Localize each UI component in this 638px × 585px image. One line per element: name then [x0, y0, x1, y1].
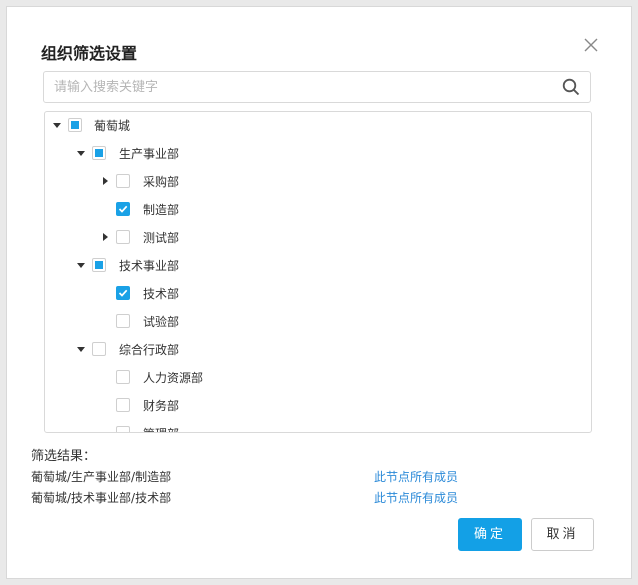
tree-node-label: 技术部 [143, 287, 180, 301]
dialog-title: 组织筛选设置 [41, 44, 138, 63]
tree-node[interactable]: 生产事业部 [45, 140, 591, 168]
tree-node[interactable]: 综合行政部 [45, 336, 591, 364]
tree-node-label: 技术事业部 [119, 259, 180, 273]
result-title: 筛选结果： [31, 449, 97, 464]
tree-node-checkbox[interactable] [92, 146, 106, 160]
tree-node-checkbox[interactable] [116, 174, 130, 188]
tree-node-checkbox[interactable] [68, 118, 82, 132]
result-row: 葡萄城/技术事业部/技术部 此节点所有成员 [31, 489, 621, 507]
tree-node[interactable]: 技术部 [45, 280, 591, 308]
tree-node-label: 试验部 [143, 315, 180, 329]
tree-node-checkbox[interactable] [116, 398, 130, 412]
tree-node-checkbox[interactable] [116, 202, 130, 216]
caret-down-icon[interactable] [52, 120, 62, 130]
tree-node-label: 葡萄城 [94, 119, 131, 133]
tree-node-label: 财务部 [143, 399, 180, 413]
tree-node-label: 综合行政部 [119, 343, 180, 357]
result-scope-link[interactable]: 此节点所有成员 [374, 468, 458, 485]
caret-right-icon[interactable] [100, 176, 110, 186]
search-box [43, 71, 591, 103]
tree-node-checkbox[interactable] [116, 426, 130, 432]
search-input[interactable] [54, 72, 554, 102]
tree-node-checkbox[interactable] [116, 230, 130, 244]
tree-node-label: 制造部 [143, 203, 180, 217]
result-row: 葡萄城/生产事业部/制造部 此节点所有成员 [31, 468, 621, 486]
tree-node-label: 管理部 [143, 425, 179, 432]
result-path: 葡萄城/技术事业部/技术部 [31, 491, 172, 505]
search-icon[interactable] [562, 78, 580, 96]
org-filter-dialog: 组织筛选设置 葡萄城生产事业部采购部制造部测试部技术事业部技术部试验部综合行政部… [6, 6, 632, 579]
tree-node-checkbox[interactable] [116, 286, 130, 300]
tree-node-label: 生产事业部 [119, 147, 180, 161]
tree-node-label: 人力资源部 [143, 371, 204, 385]
caret-down-icon[interactable] [76, 148, 86, 158]
tree-node-checkbox[interactable] [92, 342, 106, 356]
caret-right-icon[interactable] [100, 232, 110, 242]
confirm-button[interactable]: 确定 [458, 518, 522, 551]
tree-node-label: 采购部 [143, 175, 180, 189]
tree-node[interactable]: 财务部 [45, 392, 591, 420]
org-tree: 葡萄城生产事业部采购部制造部测试部技术事业部技术部试验部综合行政部人力资源部财务… [44, 111, 592, 433]
tree-node[interactable]: 测试部 [45, 224, 591, 252]
cancel-button[interactable]: 取消 [531, 518, 594, 551]
caret-down-icon[interactable] [76, 260, 86, 270]
tree-node[interactable]: 管理部 [45, 420, 591, 432]
tree-node-checkbox[interactable] [116, 314, 130, 328]
tree-node-label: 测试部 [143, 231, 180, 245]
tree-node[interactable]: 人力资源部 [45, 364, 591, 392]
tree-node[interactable]: 葡萄城 [45, 112, 591, 140]
result-scope-link[interactable]: 此节点所有成员 [374, 489, 458, 506]
tree-node-checkbox[interactable] [92, 258, 106, 272]
tree-node[interactable]: 试验部 [45, 308, 591, 336]
result-path: 葡萄城/生产事业部/制造部 [31, 470, 172, 484]
tree-node[interactable]: 制造部 [45, 196, 591, 224]
caret-down-icon[interactable] [76, 344, 86, 354]
close-icon[interactable] [582, 36, 600, 54]
tree-node[interactable]: 技术事业部 [45, 252, 591, 280]
tree-node-checkbox[interactable] [116, 370, 130, 384]
tree-node[interactable]: 采购部 [45, 168, 591, 196]
